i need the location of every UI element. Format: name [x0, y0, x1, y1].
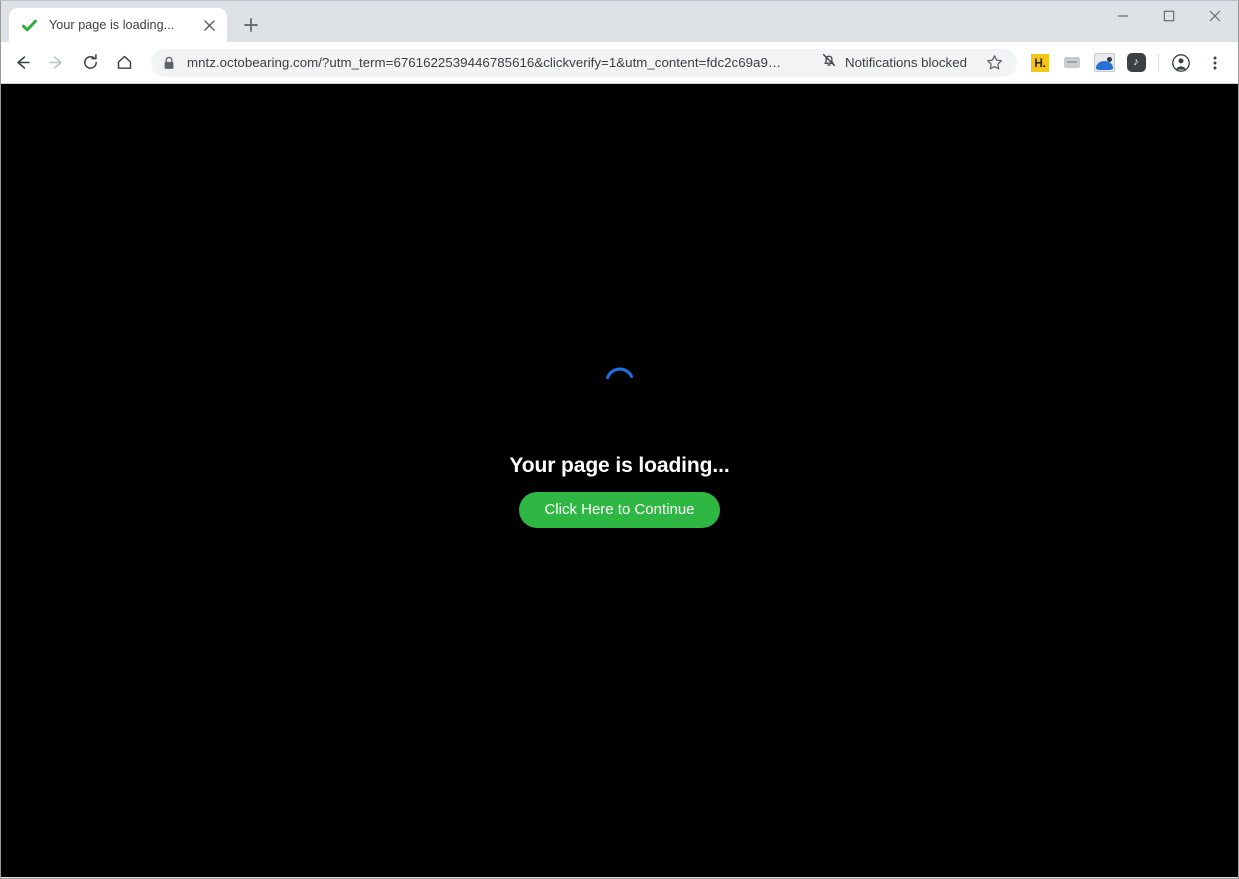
extension-image-button[interactable]: [1089, 48, 1119, 78]
window-controls: [1100, 1, 1238, 31]
tab-strip: Your page is loading...: [1, 1, 1238, 42]
address-bar[interactable]: mntz.octobearing.com/?utm_term=676162253…: [151, 49, 1017, 77]
tab-close-icon[interactable]: [199, 15, 219, 35]
profile-button[interactable]: [1164, 46, 1198, 80]
maximize-button[interactable]: [1146, 1, 1192, 31]
music-note-icon: ♪: [1127, 53, 1146, 72]
loading-heading: Your page is loading...: [1, 454, 1238, 478]
address-bar-url: mntz.octobearing.com/?utm_term=676162253…: [187, 55, 811, 70]
bell-slash-icon: [821, 52, 837, 73]
browser-tab-active[interactable]: Your page is loading...: [9, 8, 227, 42]
loading-block: Your page is loading... Click Here to Co…: [1, 362, 1238, 528]
page-content: Your page is loading... Click Here to Co…: [1, 84, 1238, 877]
extension-grey-card-button[interactable]: [1057, 48, 1087, 78]
minimize-button[interactable]: [1100, 1, 1146, 31]
green-check-icon: [21, 17, 38, 34]
extension-grey-card-icon: [1064, 57, 1080, 68]
extension-image-icon: [1094, 53, 1115, 72]
lock-icon[interactable]: [161, 55, 177, 71]
bookmark-star-icon[interactable]: [979, 48, 1009, 78]
new-tab-button[interactable]: [237, 11, 265, 39]
browser-menu-button[interactable]: [1198, 46, 1232, 80]
notifications-blocked-label: Notifications blocked: [845, 55, 967, 70]
home-button[interactable]: [107, 46, 141, 80]
extension-music-button[interactable]: ♪: [1121, 48, 1151, 78]
browser-window: Your page is loading...: [0, 0, 1239, 879]
extension-h-button[interactable]: H.: [1025, 48, 1055, 78]
browser-toolbar: mntz.octobearing.com/?utm_term=676162253…: [1, 42, 1238, 84]
forward-button[interactable]: [39, 46, 73, 80]
close-window-button[interactable]: [1192, 1, 1238, 31]
toolbar-separator: [1158, 54, 1159, 72]
extension-h-icon: H.: [1031, 54, 1049, 72]
loading-spinner-icon: [600, 362, 640, 402]
reload-button[interactable]: [73, 46, 107, 80]
notifications-blocked-chip[interactable]: Notifications blocked: [817, 51, 973, 75]
back-button[interactable]: [5, 46, 39, 80]
tab-title: Your page is loading...: [49, 18, 195, 32]
click-here-to-continue-button[interactable]: Click Here to Continue: [519, 492, 719, 528]
